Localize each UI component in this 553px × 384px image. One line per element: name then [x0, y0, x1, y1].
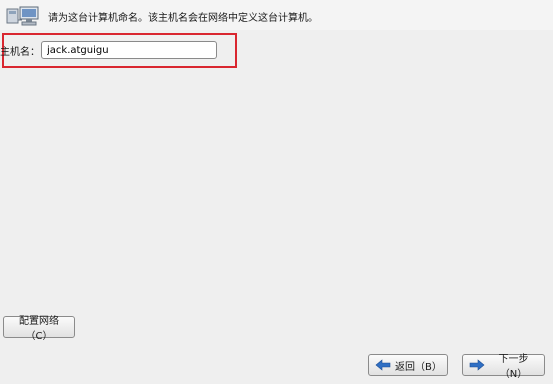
arrow-left-icon — [375, 359, 391, 371]
configure-network-label: 配置网络（C） — [19, 316, 59, 342]
configure-network-button[interactable]: 配置网络（C） — [3, 316, 75, 342]
next-button[interactable]: 下一步（N） — [462, 354, 545, 380]
hostname-label: 主机名： — [0, 47, 40, 58]
header-bar: 请为这台计算机命名。该主机名会在网络中定义这台计算机。 — [0, 0, 553, 30]
back-label: 返回（B） — [395, 361, 442, 373]
network-computers-icon — [6, 6, 42, 28]
next-label: 下一步（N） — [498, 354, 529, 380]
arrow-right-icon — [469, 359, 485, 371]
header-instruction: 请为这台计算机命名。该主机名会在网络中定义这台计算机。 — [48, 13, 318, 24]
back-button[interactable]: 返回（B） — [368, 354, 448, 376]
hostname-input[interactable] — [41, 41, 217, 59]
